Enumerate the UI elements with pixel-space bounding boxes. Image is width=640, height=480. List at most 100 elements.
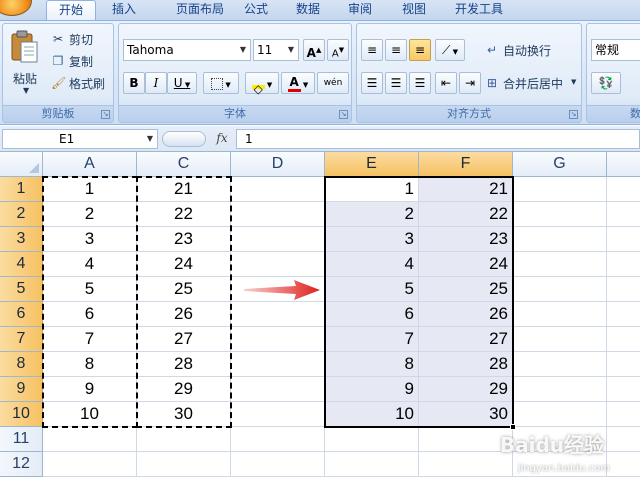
column-header-a[interactable]: A	[43, 152, 137, 177]
column-header-h[interactable]	[607, 152, 640, 177]
cell-h7[interactable]	[607, 327, 640, 352]
cell-d10[interactable]	[231, 402, 325, 427]
column-header-g[interactable]: G	[513, 152, 607, 177]
align-middle-button[interactable]: ≡	[385, 39, 407, 61]
cell-h6[interactable]	[607, 302, 640, 327]
alignment-launcher-icon[interactable]: ↘	[569, 110, 578, 119]
cut-button[interactable]: ✂ 剪切	[51, 30, 111, 48]
cell-h1[interactable]	[607, 177, 640, 202]
format-painter-button[interactable]: 🖌 格式刷	[51, 74, 113, 92]
cell-g5[interactable]	[513, 277, 607, 302]
row-header-4[interactable]: 4	[0, 252, 43, 277]
align-bottom-button[interactable]: ≡	[409, 39, 431, 61]
cell-g7[interactable]	[513, 327, 607, 352]
decrease-indent-button[interactable]: ⇤	[435, 72, 457, 94]
cell-g4[interactable]	[513, 252, 607, 277]
row-header-8[interactable]: 8	[0, 352, 43, 377]
cell-c11[interactable]	[137, 427, 231, 452]
cell-d7[interactable]	[231, 327, 325, 352]
cell-d12[interactable]	[231, 452, 325, 477]
cell-h12[interactable]	[607, 452, 640, 477]
tab-page-layout[interactable]: 页面布局	[158, 0, 242, 20]
paste-dropdown-icon[interactable]: ▼	[23, 86, 29, 95]
cell-d9[interactable]	[231, 377, 325, 402]
bold-button[interactable]: B	[123, 72, 145, 94]
phonetic-button[interactable]: wén	[317, 72, 349, 94]
column-header-c[interactable]: C	[137, 152, 231, 177]
shrink-font-button[interactable]: A▼	[327, 39, 349, 61]
cell-d4[interactable]	[231, 252, 325, 277]
cell-h2[interactable]	[607, 202, 640, 227]
cell-e12[interactable]	[325, 452, 419, 477]
tab-developer[interactable]: 开发工具	[446, 0, 512, 20]
clipboard-launcher-icon[interactable]: ↘	[101, 110, 110, 119]
cell-d8[interactable]	[231, 352, 325, 377]
tab-insert[interactable]: 插入	[100, 0, 148, 20]
row-header-11[interactable]: 11	[0, 427, 43, 452]
row-header-1[interactable]: 1	[0, 177, 43, 202]
cell-d3[interactable]	[231, 227, 325, 252]
row-header-6[interactable]: 6	[0, 302, 43, 327]
borders-button[interactable]: ▼	[203, 72, 239, 94]
row-header-9[interactable]: 9	[0, 377, 43, 402]
cell-g6[interactable]	[513, 302, 607, 327]
row-header-5[interactable]: 5	[0, 277, 43, 302]
align-center-button[interactable]: ☰	[385, 72, 407, 94]
cell-h11[interactable]	[607, 427, 640, 452]
fill-color-button[interactable]: ◇ ▼	[245, 72, 279, 96]
cell-c12[interactable]	[137, 452, 231, 477]
font-size-combo[interactable]: 11 ▼	[253, 39, 299, 61]
grow-font-button[interactable]: A▲	[303, 39, 325, 61]
formula-input[interactable]: 1	[236, 129, 640, 149]
row-header-7[interactable]: 7	[0, 327, 43, 352]
number-format-combo[interactable]: 常规	[591, 39, 640, 61]
merge-center-button[interactable]: ⊞ 合并后居中 ▼	[485, 73, 581, 93]
cell-h5[interactable]	[607, 277, 640, 302]
align-top-button[interactable]: ≡	[361, 39, 383, 61]
align-left-button[interactable]: ☰	[361, 72, 383, 94]
font-color-button[interactable]: A ▼	[281, 72, 315, 94]
worksheet-grid[interactable]: A C D E F G 1 1 21 1 21 2 2 22 2 22 3 3 23 3 23 4 4 24 4 24…	[0, 152, 640, 480]
font-launcher-icon[interactable]: ↘	[339, 110, 348, 119]
row-header-12[interactable]: 12	[0, 452, 43, 477]
cell-g10[interactable]	[513, 402, 607, 427]
cell-g9[interactable]	[513, 377, 607, 402]
cell-h3[interactable]	[607, 227, 640, 252]
cell-a11[interactable]	[43, 427, 137, 452]
row-header-2[interactable]: 2	[0, 202, 43, 227]
cell-g2[interactable]	[513, 202, 607, 227]
align-right-button[interactable]: ☰	[409, 72, 431, 94]
name-box[interactable]: E1 ▼	[2, 129, 158, 149]
orientation-button[interactable]: ⟋ ▼	[435, 39, 465, 61]
italic-button[interactable]: I	[145, 72, 167, 94]
font-name-combo[interactable]: Tahoma ▼	[123, 39, 251, 61]
cell-g8[interactable]	[513, 352, 607, 377]
copy-button[interactable]: ❐ 复制	[51, 52, 111, 70]
cell-d11[interactable]	[231, 427, 325, 452]
increase-indent-button[interactable]: ⇥	[459, 72, 481, 94]
column-header-f[interactable]: F	[419, 152, 513, 177]
wrap-text-button[interactable]: ↵ 自动换行	[485, 40, 581, 60]
paste-button[interactable]: 粘贴 ▼	[7, 28, 43, 100]
cell-g1[interactable]	[513, 177, 607, 202]
cell-e11[interactable]	[325, 427, 419, 452]
accounting-format-button[interactable]: 💱	[591, 72, 621, 94]
office-button-icon[interactable]	[0, 0, 32, 16]
column-header-e[interactable]: E	[325, 152, 419, 177]
cell-h8[interactable]	[607, 352, 640, 377]
cell-d1[interactable]	[231, 177, 325, 202]
insert-function-button[interactable]: fx	[212, 131, 232, 147]
cell-h4[interactable]	[607, 252, 640, 277]
cell-h9[interactable]	[607, 377, 640, 402]
row-header-10[interactable]: 10	[0, 402, 43, 427]
select-all-corner[interactable]	[0, 152, 43, 177]
row-header-3[interactable]: 3	[0, 227, 43, 252]
formula-bar-splitter[interactable]	[162, 131, 206, 147]
tab-view[interactable]: 视图	[392, 0, 436, 20]
cell-d2[interactable]	[231, 202, 325, 227]
cell-h10[interactable]	[607, 402, 640, 427]
underline-button[interactable]: U ▼	[167, 72, 197, 94]
tab-formulas[interactable]: 公式	[236, 0, 276, 20]
cell-a12[interactable]	[43, 452, 137, 477]
cell-d6[interactable]	[231, 302, 325, 327]
